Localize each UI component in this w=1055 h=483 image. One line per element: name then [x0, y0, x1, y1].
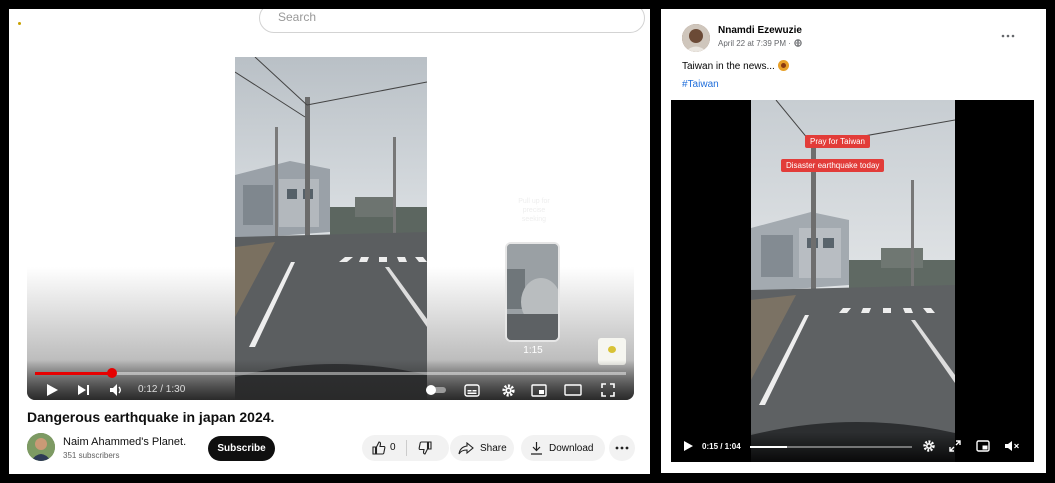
- expand-icon: [949, 440, 961, 452]
- theater-mode-button[interactable]: [563, 381, 583, 399]
- fb-progress-bar[interactable]: [750, 446, 912, 448]
- avatar-image: [27, 433, 55, 461]
- logo-fragment: [18, 22, 21, 25]
- next-button[interactable]: [75, 381, 93, 399]
- youtube-page: Search Pull up for precise seeking 1:15 …: [9, 9, 650, 474]
- fb-mute-button[interactable]: [1003, 438, 1021, 454]
- author-avatar-image: [682, 24, 710, 52]
- watermark-icon: [608, 346, 616, 353]
- autoplay-toggle[interactable]: [425, 381, 447, 399]
- search-placeholder: Search: [278, 10, 317, 24]
- like-divider: [406, 440, 407, 456]
- fb-video-frame[interactable]: Pray for Taiwan Disaster earthquake toda…: [751, 100, 955, 462]
- next-icon: [78, 385, 89, 395]
- subtitles-icon: [464, 383, 480, 397]
- like-button[interactable]: [372, 441, 386, 458]
- fb-fullscreen-button[interactable]: [948, 438, 962, 454]
- post-caption: Taiwan in the news...: [682, 60, 789, 72]
- miniplayer-icon: [531, 383, 547, 397]
- autoplay-toggle-icon: [426, 385, 446, 395]
- theater-icon: [564, 384, 582, 396]
- subscriber-count: 351 subscribers: [63, 451, 120, 460]
- seek-preview-time: 1:15: [523, 345, 543, 356]
- fb-play-button[interactable]: [681, 438, 695, 454]
- more-horizontal-icon: [1001, 34, 1015, 38]
- channel-avatar[interactable]: [27, 433, 55, 461]
- video-title: Dangerous earthquake in japan 2024.: [27, 409, 275, 425]
- play-button[interactable]: [43, 381, 61, 399]
- seek-preview-thumbnail: [505, 242, 560, 342]
- fullscreen-button[interactable]: [599, 381, 617, 399]
- fb-pip-button[interactable]: [975, 438, 991, 454]
- fb-time-display: 0:15 / 1:04: [702, 442, 741, 451]
- emoji-icon: [777, 60, 789, 71]
- fullscreen-icon: [601, 383, 615, 397]
- post-date[interactable]: April 22 at 7:39 PM ·: [718, 39, 802, 48]
- share-label: Share: [480, 442, 507, 454]
- facebook-post: Nnamdi Ezewuzie April 22 at 7:39 PM · Ta…: [661, 9, 1046, 473]
- fb-progress-played: [750, 446, 788, 448]
- download-icon: [531, 442, 542, 455]
- post-caption-text: Taiwan in the news...: [682, 61, 775, 72]
- volume-button[interactable]: [107, 381, 125, 399]
- like-count: 0: [390, 442, 396, 453]
- video-player[interactable]: Pull up for precise seeking 1:15 0:12 / …: [27, 57, 634, 400]
- sticker-disaster-earthquake: Disaster earthquake today: [781, 159, 885, 172]
- download-button[interactable]: Download: [521, 435, 605, 461]
- fb-settings-button[interactable]: [921, 438, 937, 454]
- share-icon: [458, 441, 474, 454]
- miniplayer-button[interactable]: [530, 381, 548, 399]
- street-scene-image: [235, 57, 427, 400]
- scrubber-handle[interactable]: [106, 368, 117, 378]
- fb-street-scene-image: [751, 100, 955, 462]
- more-horizontal-icon: [615, 446, 629, 450]
- speaker-muted-icon: [1005, 441, 1019, 451]
- hashtag-link[interactable]: #Taiwan: [682, 79, 719, 90]
- progress-played: [35, 372, 112, 375]
- sticker-pray-for-taiwan: Pray for Taiwan: [805, 135, 870, 148]
- share-button[interactable]: Share: [450, 435, 514, 461]
- settings-button[interactable]: [499, 381, 517, 399]
- play-icon: [47, 384, 58, 396]
- post-date-text: April 22 at 7:39 PM ·: [718, 39, 791, 48]
- channel-name[interactable]: Naim Ahammed's Planet.: [63, 436, 186, 448]
- picture-in-picture-icon: [976, 440, 990, 452]
- audience-globe-icon: [794, 39, 802, 47]
- author-name[interactable]: Nnamdi Ezewuzie: [718, 25, 802, 36]
- more-actions-button[interactable]: [609, 435, 635, 461]
- subscribe-button[interactable]: Subscribe: [208, 436, 275, 461]
- subtitles-button[interactable]: [463, 381, 481, 399]
- gear-icon: [923, 440, 935, 452]
- thumbs-down-icon: [418, 441, 432, 455]
- comparison-frame: Search Pull up for precise seeking 1:15 …: [0, 0, 1055, 483]
- download-label: Download: [549, 442, 594, 454]
- play-icon: [683, 441, 693, 451]
- video-frame[interactable]: [235, 57, 427, 400]
- post-options-button[interactable]: [1001, 27, 1015, 41]
- dislike-button[interactable]: [418, 441, 432, 458]
- volume-icon: [109, 384, 121, 396]
- fb-video-player[interactable]: Pray for Taiwan Disaster earthquake toda…: [671, 100, 1034, 462]
- author-avatar[interactable]: [682, 24, 710, 52]
- seek-hint: Pull up for precise seeking: [518, 198, 550, 223]
- thumbs-up-icon: [372, 441, 386, 455]
- search-input[interactable]: Search: [259, 9, 645, 33]
- seek-preview-image: [507, 244, 558, 340]
- progress-bar[interactable]: [35, 368, 626, 378]
- gear-icon: [501, 383, 515, 397]
- like-dislike-group: 0: [362, 435, 449, 461]
- time-display: 0:12 / 1:30: [138, 384, 186, 395]
